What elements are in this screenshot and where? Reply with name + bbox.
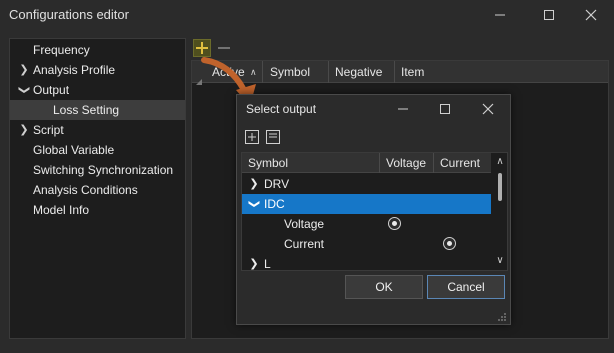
column-header-symbol[interactable]: Symbol [242,153,380,173]
column-header-voltage[interactable]: Voltage [380,153,434,173]
chevron-down-icon[interactable]: ❯ [14,84,34,96]
dialog-minimize-button[interactable] [392,99,414,119]
close-button[interactable] [580,4,602,26]
dialog-title: Select output [246,102,317,116]
tree-row-drv[interactable]: ❯ DRV [242,174,491,194]
chevron-right-icon[interactable]: ❯ [18,60,30,80]
dialog-close-button[interactable] [477,99,499,119]
current-radio[interactable] [443,237,456,250]
select-output-dialog: Select output Symbol Voltage Current ❯ D… [236,94,511,325]
chevron-down-icon[interactable]: ❯ [244,198,264,210]
tree-row-voltage[interactable]: Voltage [242,214,491,234]
tree-item-label: Switching Synchronization [33,163,174,177]
tree-item-label: Global Variable [33,143,115,157]
close-icon [585,9,597,21]
row-label: IDC [264,197,285,211]
close-icon [482,103,494,115]
row-label: DRV [264,177,290,191]
minimize-button[interactable] [489,4,511,26]
output-tree[interactable]: Symbol Voltage Current ❯ DRV ❯ IDC Volta… [241,152,508,271]
row-label: Voltage [284,217,325,231]
tree-item-label: Frequency [33,43,90,57]
configuration-tree[interactable]: Frequency ❯ Analysis Profile ❯ Output Lo… [9,38,186,339]
minimize-icon [398,108,408,110]
tree-item-loss-setting[interactable]: Loss Setting [10,100,185,120]
window-title: Configurations editor [9,7,129,22]
tree-item-script[interactable]: ❯ Script [10,120,185,140]
row-label: Current [284,237,325,251]
vertical-scrollbar[interactable]: ∧ ∨ [492,153,507,270]
collapse-all-icon [269,133,277,138]
tree-item-label: Analysis Conditions [33,183,138,197]
chevron-right-icon[interactable]: ❯ [248,174,260,194]
title-bar: Configurations editor [0,0,614,30]
column-header-current[interactable]: Current [434,153,491,173]
minimize-icon [495,14,505,16]
tree-item-label: Analysis Profile [33,63,116,77]
cancel-button[interactable]: Cancel [427,275,505,299]
tree-item-model-info[interactable]: Model Info [10,200,185,220]
voltage-radio[interactable] [388,217,401,230]
ok-button[interactable]: OK [345,275,423,299]
tree-item-switching-synchronization[interactable]: Switching Synchronization [10,160,185,180]
column-header-negative[interactable]: Negative [329,61,395,83]
column-header-item[interactable]: Item [395,61,608,83]
dialog-maximize-button[interactable] [434,99,456,119]
chevron-right-icon[interactable]: ❯ [248,254,260,270]
output-tree-header: Symbol Voltage Current [242,153,491,173]
tree-item-output[interactable]: ❯ Output [10,80,185,100]
tree-item-label: Loss Setting [53,103,120,117]
column-header-symbol[interactable]: Symbol [263,61,329,83]
tree-row-idc[interactable]: ❯ IDC [242,194,491,214]
chevron-right-icon[interactable]: ❯ [18,120,30,140]
tree-row-current[interactable]: Current [242,234,491,254]
tree-item-label: Model Info [33,203,90,217]
row-label: L [264,257,271,271]
expand-all-icon [248,133,256,141]
maximize-button[interactable] [538,4,560,26]
resize-grip-icon[interactable] [497,312,507,322]
expand-all-button[interactable] [245,130,259,144]
tree-item-label: Script [33,123,64,137]
tree-item-frequency[interactable]: Frequency [10,40,185,60]
maximize-icon [544,10,554,20]
scroll-down-icon[interactable]: ∨ [492,254,507,268]
maximize-icon [440,104,450,114]
tree-item-analysis-conditions[interactable]: Analysis Conditions [10,180,185,200]
scroll-up-icon[interactable]: ∧ [492,155,507,169]
tree-item-label: Output [33,83,70,97]
tree-item-global-variable[interactable]: Global Variable [10,140,185,160]
collapse-all-button[interactable] [266,130,280,144]
tree-row-l[interactable]: ❯ L [242,254,491,271]
tree-item-analysis-profile[interactable]: ❯ Analysis Profile [10,60,185,80]
scroll-thumb[interactable] [498,173,502,201]
